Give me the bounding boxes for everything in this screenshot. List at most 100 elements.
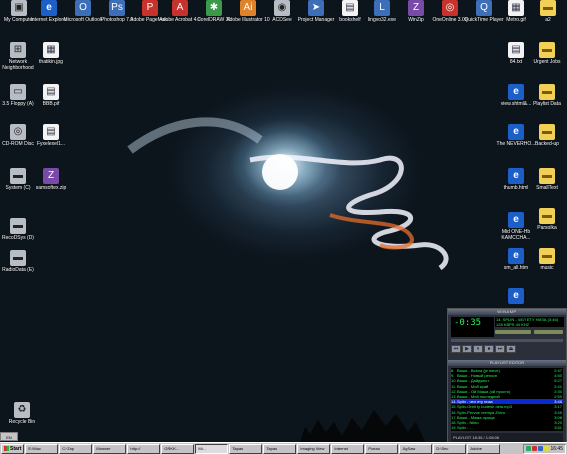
hard-drive-icon: ▬ <box>10 218 26 234</box>
tray-antivirus-icon[interactable] <box>532 446 538 451</box>
image-file-icon: ▦ <box>43 42 59 58</box>
desktop-icon-label: SmallText <box>536 185 558 191</box>
folder-icon: ▬ <box>539 248 555 264</box>
taskbar-button[interactable]: JigSaw <box>399 443 433 454</box>
start-label: Start <box>10 445 22 452</box>
desktop-icon-label: Playlist Data <box>533 101 561 107</box>
winamp-control-button[interactable]: ⏸ <box>473 345 483 353</box>
lingvo-icon: L <box>374 0 390 16</box>
desktop-icon[interactable]: ▬ music <box>525 248 567 271</box>
taskbar-button[interactable]: Poeao <box>365 443 399 454</box>
quicktime-icon: Q <box>476 0 492 16</box>
folder-icon: ▬ <box>539 84 555 100</box>
desktop-icon[interactable]: ▬ SmallText <box>525 168 567 191</box>
playlist-row[interactable]: 19. Splin - ... 3:51 <box>451 425 563 430</box>
playlist-title-bar[interactable]: PLAYLIST EDITOR <box>448 360 566 366</box>
tray-network-icon[interactable] <box>526 446 532 451</box>
html-file-icon: e <box>508 84 524 100</box>
project-manager-icon: ➤ <box>308 0 324 16</box>
html-file-icon: e <box>508 168 524 184</box>
taskbar-button[interactable]: Tapas <box>263 443 297 454</box>
internet-explorer-icon: e <box>41 0 57 16</box>
desktop-icon-label: Parsolka <box>537 225 557 231</box>
taskbar-button[interactable]: http:// <box>127 443 161 454</box>
winamp-volume-slider[interactable] <box>495 330 531 334</box>
network-icon: ⊞ <box>10 42 26 58</box>
photoshop-icon: Ps <box>109 0 125 16</box>
cdrom-icon: ◎ <box>10 124 26 140</box>
winamp-window[interactable]: WINAMP -0:35 14. SPLIN - ЧЕЛ ЕТУ НИЗА (3… <box>447 308 567 446</box>
track-duration: 3:51 <box>554 425 562 431</box>
tray-winamp-icon[interactable] <box>544 446 550 451</box>
taskbar-button[interactable]: D:\Sec <box>433 443 467 454</box>
desktop-icon-label: Urgent Jobs <box>533 59 561 65</box>
desktop-icon-label: RadioData (E) <box>2 267 34 273</box>
desktop-icon[interactable]: ▬ RecoDSys (D) <box>0 218 40 241</box>
desktop-icon[interactable]: ▬ a2 <box>526 0 567 23</box>
desktop-icon[interactable]: ▤ BBB.pif <box>29 84 73 107</box>
desktop-icon-label: Backed-up <box>535 141 559 147</box>
illustrator-icon: Ai <box>240 0 256 16</box>
desktop-icon[interactable]: ▤ Fyxelexel1... <box>29 124 73 147</box>
taskbar-buttons: E:\Mac C:\Tap Mowser http://GRKK... Mi... Tap… <box>25 443 501 454</box>
tray-volume-icon[interactable] <box>538 446 544 451</box>
folder-icon: ▬ <box>539 208 555 224</box>
taskbar-button[interactable]: C:\Tap <box>59 443 93 454</box>
system-tray: 16:45 <box>523 443 566 454</box>
windows-logo-icon <box>4 446 9 451</box>
taskbar-button[interactable]: Adobe <box>467 443 501 454</box>
hard-drive-icon: ▬ <box>10 168 26 184</box>
winamp-control-button[interactable]: ▶ <box>462 345 472 353</box>
clock[interactable]: 16:45 <box>550 446 563 452</box>
taskbar-button[interactable]: Internet <box>331 443 365 454</box>
acdsee-icon: ◉ <box>274 0 290 16</box>
desktop-icon-label: samsoftex.zip <box>35 185 67 191</box>
hard-drive-icon: ▬ <box>10 250 26 266</box>
winamp-control-button[interactable]: ⏏ <box>506 345 516 353</box>
desktop-icon[interactable]: Zsamsoftex.zip <box>29 168 73 191</box>
winamp-time-display[interactable]: -0:35 <box>451 317 494 337</box>
folder-icon: ▬ <box>539 124 555 140</box>
image-file-icon: ▦ <box>508 0 524 16</box>
folder-icon: ▬ <box>539 168 555 184</box>
desktop-icon-label: Fyxelexel1... <box>36 141 66 147</box>
pagemaker-icon: P <box>142 0 158 16</box>
start-button[interactable]: Start <box>1 443 25 454</box>
winamp-balance-slider[interactable] <box>534 330 563 334</box>
desktop-icon[interactable]: ▬ Backed-up <box>525 124 567 147</box>
desktop-icon[interactable]: ▬ Parsolka <box>525 208 567 231</box>
recycle-bin-icon: ♻ <box>14 402 30 418</box>
computer-icon: ▣ <box>11 0 27 16</box>
winamp-control-button[interactable]: ⏭ <box>495 345 505 353</box>
zip-file-icon: Z <box>43 168 59 184</box>
desktop-icon[interactable]: ▦ thatikin.jpg <box>29 42 73 65</box>
taskbar-button[interactable]: Imaging View <box>297 443 331 454</box>
winamp-title-bar[interactable]: WINAMP <box>448 309 566 315</box>
desktop-icon-label: thatikin.jpg <box>39 59 63 65</box>
language-indicator[interactable]: EN <box>0 432 18 441</box>
playlist: 8. Ваши - Вьюга (je nieve) 2:47 9. Ваши - Но… <box>451 368 563 431</box>
pif-file-icon: ▤ <box>43 84 59 100</box>
desktop-icon[interactable]: e <box>494 288 538 305</box>
desktop-icon[interactable]: ▬ RadioData (E) <box>0 250 40 273</box>
recycle-bin[interactable]: ♻ Recycle Bin <box>0 402 44 425</box>
document-icon: ▤ <box>43 124 59 140</box>
html-file-icon: e <box>508 212 524 228</box>
desktop-icon[interactable]: ▬ Urgent Jobs <box>525 42 567 65</box>
winamp-control-button[interactable]: ⏹ <box>484 345 494 353</box>
html-file-icon: e <box>508 248 524 264</box>
winamp-song-info: 14. SPLIN - ЧЕЛ ЕТУ НИЗА (3:46) 128 KBPS… <box>495 317 564 327</box>
taskbar-button[interactable]: Tapas <box>229 443 263 454</box>
taskbar-button[interactable]: Mowser <box>93 443 127 454</box>
taskbar-button[interactable]: GRKK... <box>161 443 195 454</box>
winamp-control-button[interactable]: ⏮ <box>451 345 461 353</box>
coreldraw-icon: ✱ <box>206 0 222 16</box>
taskbar-button[interactable]: E:\Mac <box>25 443 59 454</box>
playlist-footer: PLAYLIST 18:36 / 1:08:06 <box>451 433 563 442</box>
taskbar-button[interactable]: Mi... <box>195 443 229 454</box>
floppy-icon: ▭ <box>10 84 26 100</box>
winamp-seek-bar[interactable] <box>451 339 563 342</box>
taskbar: Start E:\Mac C:\Tap Mowser http://GRKK... Mi… <box>0 442 567 454</box>
desktop-icon[interactable]: ▬ Playlist Data <box>525 84 567 107</box>
winzip-icon: Z <box>408 0 424 16</box>
